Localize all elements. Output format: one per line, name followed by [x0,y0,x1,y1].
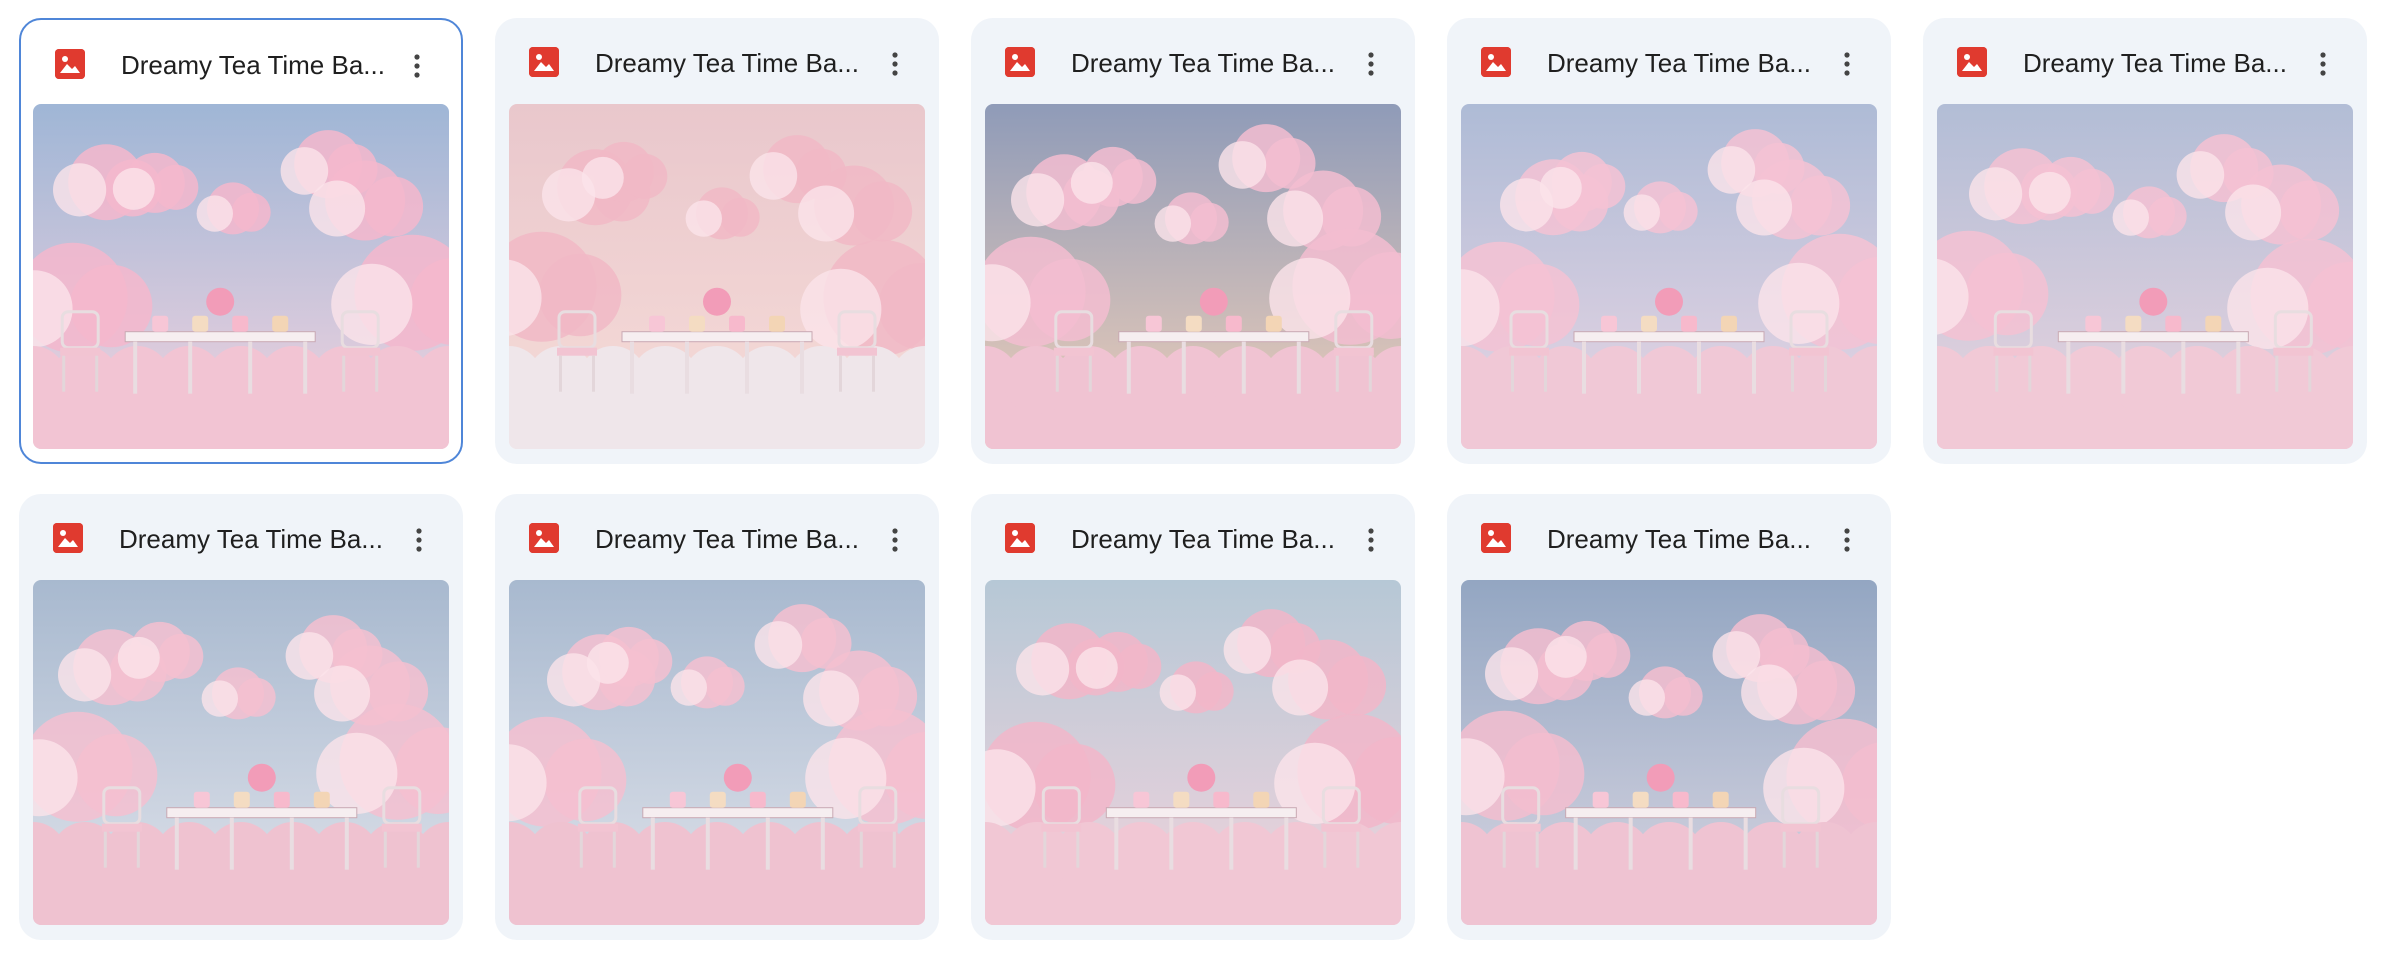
image-file-icon [53,523,83,553]
more-options-icon[interactable] [2303,44,2343,84]
image-file-icon [1957,47,1987,77]
file-card[interactable]: Dreamy Tea Time Ba... [495,494,939,940]
image-file-icon [1005,523,1035,553]
image-file-icon [1481,47,1511,77]
file-card[interactable]: Dreamy Tea Time Ba... [1447,494,1891,940]
file-title: Dreamy Tea Time Ba... [595,524,859,554]
more-options-icon[interactable] [1827,44,1867,84]
file-title: Dreamy Tea Time Ba... [121,50,385,80]
more-options-icon[interactable] [1351,44,1391,84]
more-options-icon[interactable] [875,44,915,84]
file-card[interactable]: Dreamy Tea Time Ba... [19,494,463,940]
more-options-icon[interactable] [399,520,439,560]
file-card[interactable]: Dreamy Tea Time Ba... [1447,18,1891,464]
more-options-icon[interactable] [875,520,915,560]
file-card[interactable]: Dreamy Tea Time Ba... [971,494,1415,940]
more-options-icon[interactable] [1351,520,1391,560]
file-thumbnail[interactable] [1461,580,1877,925]
file-thumbnail[interactable] [509,104,925,449]
file-thumbnail[interactable] [1937,104,2353,449]
file-title: Dreamy Tea Time Ba... [2023,48,2287,78]
file-card[interactable]: Dreamy Tea Time Ba... [971,18,1415,464]
file-thumbnail[interactable] [985,104,1401,449]
file-card[interactable]: Dreamy Tea Time Ba... [19,18,463,464]
file-thumbnail[interactable] [33,580,449,925]
image-file-icon [1005,47,1035,77]
image-file-icon [529,47,559,77]
file-card[interactable]: Dreamy Tea Time Ba... [1923,18,2367,464]
file-title: Dreamy Tea Time Ba... [1547,48,1811,78]
file-thumbnail[interactable] [509,580,925,925]
file-grid: Dreamy Tea Time Ba... Dreamy Tea Time Ba… [19,18,2367,940]
file-title: Dreamy Tea Time Ba... [1071,48,1335,78]
image-file-icon [1481,523,1511,553]
file-card[interactable]: Dreamy Tea Time Ba... [495,18,939,464]
file-title: Dreamy Tea Time Ba... [1547,524,1811,554]
image-file-icon [529,523,559,553]
more-options-icon[interactable] [1827,520,1867,560]
image-file-icon [55,49,85,79]
file-title: Dreamy Tea Time Ba... [119,524,383,554]
file-title: Dreamy Tea Time Ba... [595,48,859,78]
file-thumbnail[interactable] [985,580,1401,925]
file-thumbnail[interactable] [1461,104,1877,449]
file-title: Dreamy Tea Time Ba... [1071,524,1335,554]
more-options-icon[interactable] [397,46,437,86]
file-thumbnail[interactable] [33,104,449,449]
